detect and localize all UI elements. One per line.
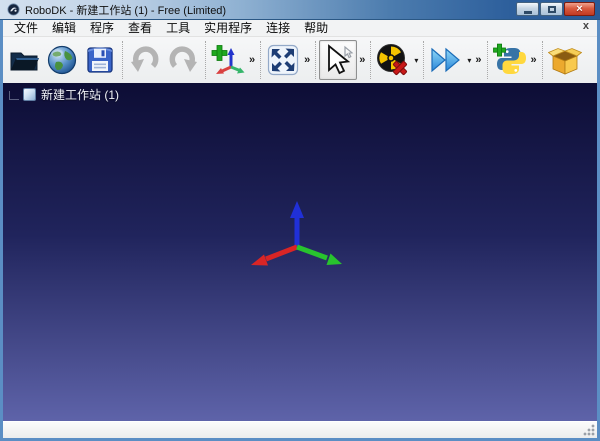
station-tree: 新建工作站 (1)	[9, 86, 119, 103]
robodk-logo-icon	[7, 3, 20, 16]
export-package-icon	[548, 44, 582, 76]
toolbar-separator	[122, 41, 123, 79]
y-axis-green	[297, 247, 327, 258]
x-axis-arrowhead	[251, 255, 268, 266]
open-button[interactable]	[5, 40, 43, 80]
window-title: RoboDK - 新建工作站 (1) - Free (Limited)	[25, 2, 226, 18]
open-folder-icon	[8, 44, 40, 76]
fit-view-icon	[267, 44, 299, 76]
menu-file[interactable]: 文件	[7, 20, 45, 36]
add-python-program-icon	[493, 43, 527, 77]
online-library-globe-icon	[46, 44, 78, 76]
add-reference-frame-button[interactable]	[209, 40, 247, 80]
main-toolbar: » »	[3, 37, 597, 83]
undo-button[interactable]	[126, 40, 164, 80]
tree-item-station[interactable]: 新建工作站 (1)	[23, 86, 119, 103]
add-reference-frame-icon	[211, 44, 245, 76]
menu-view[interactable]: 查看	[121, 20, 159, 36]
toolbar-separator	[205, 41, 206, 79]
add-python-program-button[interactable]	[491, 40, 529, 80]
menu-tools[interactable]: 工具	[159, 20, 197, 36]
toolbar-overflow-chevron[interactable]: »	[529, 54, 539, 66]
station-label: 新建工作站 (1)	[41, 86, 119, 103]
fast-simulation-icon	[429, 45, 463, 75]
statusbar	[3, 421, 597, 438]
maximize-button[interactable]	[540, 2, 563, 16]
toolbar-separator	[487, 41, 488, 79]
online-library-button[interactable]	[43, 40, 81, 80]
station-icon	[23, 88, 36, 101]
collision-check-off-icon	[376, 43, 410, 77]
resize-grip[interactable]	[583, 424, 595, 436]
menu-utilities[interactable]: 实用程序	[197, 20, 259, 36]
export-package-button[interactable]	[546, 40, 584, 80]
menubar-close-button[interactable]: x	[583, 20, 589, 32]
toolbar-separator	[542, 41, 543, 79]
save-button[interactable]	[81, 40, 119, 80]
cursor-select-button[interactable]	[319, 40, 357, 80]
menu-edit[interactable]: 编辑	[45, 20, 83, 36]
cursor-select-icon	[321, 43, 355, 77]
redo-button[interactable]	[164, 40, 202, 80]
minimize-glyph	[524, 11, 532, 14]
menubar: 文件 编辑 程序 查看 工具 实用程序 连接 帮助 x	[3, 20, 597, 37]
fast-simulation-button[interactable]	[427, 40, 465, 80]
minimize-button[interactable]	[516, 2, 539, 16]
toolbar-overflow-chevron[interactable]: »	[247, 54, 257, 66]
viewport-3d[interactable]: 新建工作站 (1)	[3, 83, 597, 421]
toolbar-overflow-chevron[interactable]: »	[357, 54, 367, 66]
toolbar-separator	[260, 41, 261, 79]
collision-check-button[interactable]	[374, 40, 412, 80]
toolbar-separator	[423, 41, 424, 79]
maximize-glyph	[548, 6, 556, 13]
toolbar-overflow-chevron[interactable]: »	[473, 54, 483, 66]
x-axis-red	[266, 247, 297, 259]
simulation-speed-caret[interactable]: ▾	[465, 56, 473, 65]
world-frame-axes[interactable]	[230, 186, 370, 296]
collision-dropdown-caret[interactable]: ▾	[412, 56, 420, 65]
z-axis-arrowhead	[290, 201, 304, 218]
fit-view-button[interactable]	[264, 40, 302, 80]
toolbar-separator	[315, 41, 316, 79]
robodk-window: RoboDK - 新建工作站 (1) - Free (Limited) × 文件…	[0, 0, 600, 441]
save-station-icon	[84, 44, 116, 76]
toolbar-separator	[370, 41, 371, 79]
menu-program[interactable]: 程序	[83, 20, 121, 36]
y-axis-arrowhead	[327, 254, 343, 266]
toolbar-overflow-chevron[interactable]: »	[302, 54, 312, 66]
redo-icon	[167, 44, 199, 76]
close-button[interactable]: ×	[564, 2, 595, 16]
tree-branch-line	[9, 91, 19, 100]
titlebar[interactable]: RoboDK - 新建工作站 (1) - Free (Limited) ×	[0, 0, 600, 20]
menu-connect[interactable]: 连接	[259, 20, 297, 36]
menu-help[interactable]: 帮助	[297, 20, 335, 36]
undo-icon	[129, 44, 161, 76]
